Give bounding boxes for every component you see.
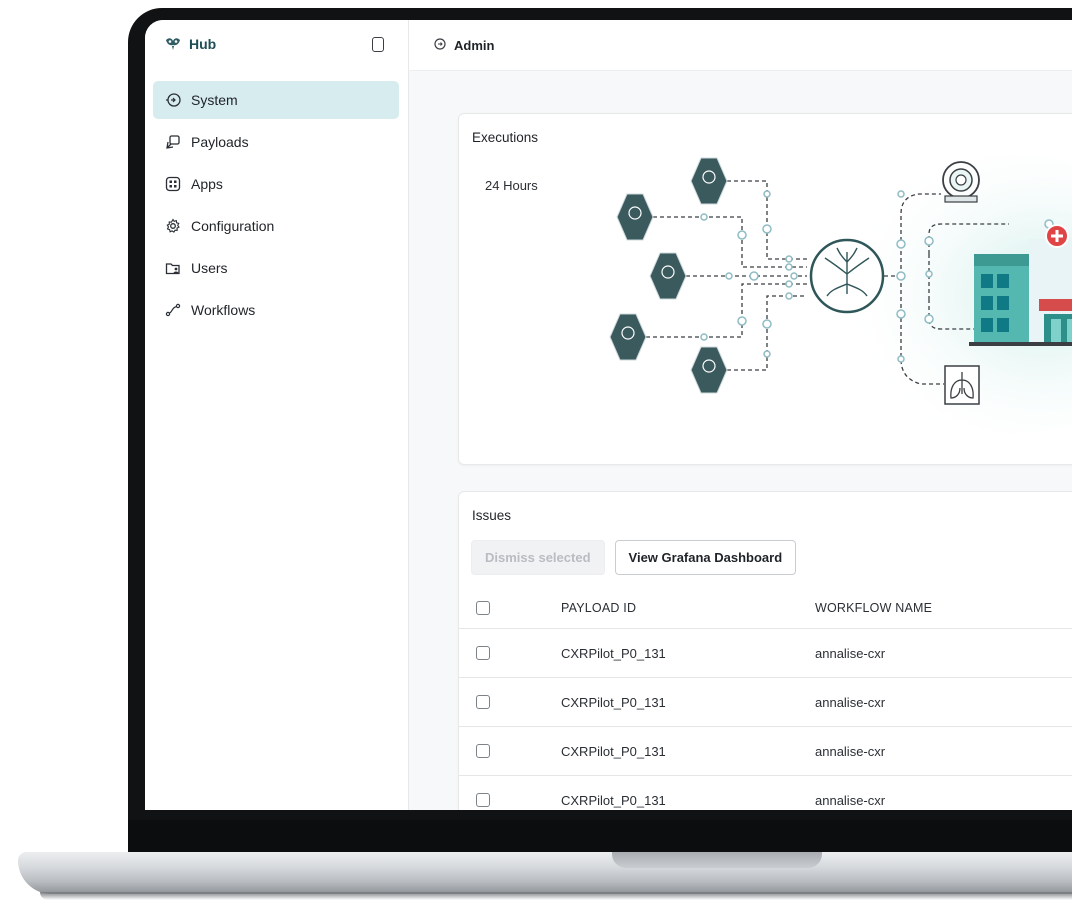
time-range-label[interactable]: 24 Hours: [485, 178, 538, 193]
payloads-icon: [165, 134, 181, 150]
row-checkbox[interactable]: [476, 744, 490, 758]
lungs-xray-icon: [944, 365, 980, 405]
apps-icon: [165, 176, 181, 192]
payload-id-cell: CXRPilot_P0_131: [561, 645, 666, 661]
table-row[interactable]: CXRPilot_P0_131 annalise-cxr: [459, 678, 1072, 727]
table-header-row: PAYLOAD ID WORKFLOW NAME: [459, 588, 1072, 629]
gear-icon: [165, 218, 181, 234]
laptop-base: [18, 852, 1072, 894]
system-icon: [165, 92, 181, 108]
row-checkbox[interactable]: [476, 793, 490, 807]
issues-title: Issues: [472, 508, 512, 523]
sidebar-item-users[interactable]: Users: [153, 249, 399, 287]
sidebar-item-apps[interactable]: Apps: [153, 165, 399, 203]
payload-id-cell: CXRPilot_P0_131: [561, 694, 666, 710]
laptop-chin: [128, 820, 1072, 854]
sidebar-item-payloads[interactable]: Payloads: [153, 123, 399, 161]
laptop-shadow: [40, 892, 1072, 900]
workflow-name-cell: annalise-cxr: [815, 743, 886, 759]
column-header-workflow-name[interactable]: WORKFLOW NAME: [815, 601, 1015, 615]
dismiss-selected-button[interactable]: Dismiss selected: [471, 540, 605, 575]
app-node: [690, 346, 728, 394]
sidebar-item-label: System: [191, 92, 238, 108]
admin-icon: [434, 37, 446, 53]
brand[interactable]: Hub: [165, 36, 216, 52]
issues-actions: Dismiss selected View Grafana Dashboard: [471, 540, 797, 575]
sidebar-toggle-icon[interactable]: [372, 37, 384, 52]
table-row[interactable]: CXRPilot_P0_131 annalise-cxr: [459, 629, 1072, 678]
laptop-notch: [612, 852, 822, 868]
sidebar-item-label: Workflows: [191, 302, 256, 318]
issues-card: Issues Dismiss selected View Grafana Das…: [458, 491, 1072, 810]
users-icon: [165, 260, 181, 276]
sidebar-item-label: Configuration: [191, 218, 275, 234]
sidebar-item-configuration[interactable]: Configuration: [153, 207, 399, 245]
brand-name: Hub: [189, 36, 217, 52]
sidebar-item-workflows[interactable]: Workflows: [153, 291, 399, 329]
payload-id-cell: CXRPilot_P0_131: [561, 743, 666, 759]
executions-title: Executions: [472, 130, 539, 145]
table-row[interactable]: CXRPilot_P0_131 annalise-cxr: [459, 776, 1072, 810]
view-grafana-dashboard-button[interactable]: View Grafana Dashboard: [614, 540, 797, 575]
sidebar-item-label: Payloads: [191, 134, 249, 150]
executions-card: Executions 24 Hours: [458, 113, 1072, 465]
page-title: Admin: [454, 37, 495, 53]
workflow-name-cell: annalise-cxr: [815, 792, 886, 808]
app-screen: Hub System Payloads Apps Configuration U…: [145, 20, 1072, 810]
app-node: [690, 157, 728, 205]
workflow-name-cell: annalise-cxr: [815, 694, 886, 710]
payload-id-cell: CXRPilot_P0_131: [561, 792, 666, 808]
sidebar-nav: System Payloads Apps Configuration Users…: [153, 81, 399, 333]
hub-logo-icon: [166, 38, 180, 50]
table-row[interactable]: CXRPilot_P0_131 annalise-cxr: [459, 727, 1072, 776]
executions-diagram: [609, 154, 1072, 434]
app-node: [609, 313, 647, 361]
app-node: [649, 252, 687, 300]
column-header-payload-id[interactable]: PAYLOAD ID: [561, 601, 815, 615]
app-node: [616, 193, 654, 241]
workflows-icon: [165, 302, 181, 318]
row-checkbox[interactable]: [476, 695, 490, 709]
row-checkbox[interactable]: [476, 646, 490, 660]
workflow-name-cell: annalise-cxr: [815, 645, 886, 661]
sidebar-item-system[interactable]: System: [153, 81, 399, 119]
sidebar-item-label: Users: [191, 260, 228, 276]
select-all-checkbox[interactable]: [476, 601, 490, 615]
main-content: Executions 24 Hours Issues Dismiss selec…: [409, 71, 1072, 810]
sidebar: Hub System Payloads Apps Configuration U…: [145, 20, 409, 810]
sidebar-item-label: Apps: [191, 176, 223, 192]
issues-table: PAYLOAD ID WORKFLOW NAME CXRPilot_P0_131…: [459, 588, 1072, 810]
top-bar: Admin: [408, 20, 1072, 71]
